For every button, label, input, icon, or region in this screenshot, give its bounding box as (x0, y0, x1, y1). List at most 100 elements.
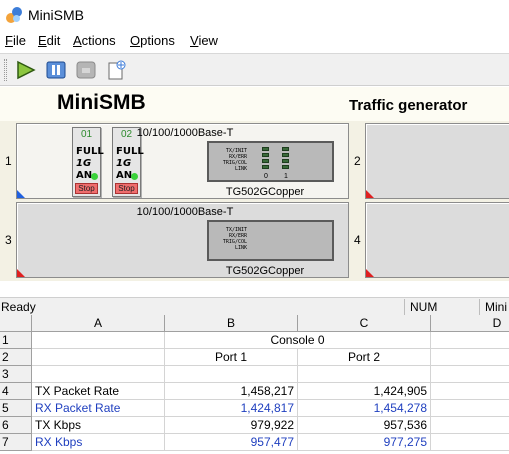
banner-subtitle: Traffic generator (349, 97, 468, 114)
led-panel: TX/INIT RX/ERR TRIG/COL LINK 0 1 (207, 141, 334, 182)
row-header[interactable]: 7 (0, 434, 32, 451)
grid-cell-label[interactable]: TX Kbps (32, 417, 165, 434)
banner-title: MiniSMB (57, 91, 146, 114)
grid-cell-port2[interactable]: 957,536 (298, 417, 431, 434)
column-header-b[interactable]: B (165, 315, 298, 332)
title-bar: MiniSMB (0, 0, 509, 30)
speed-label: 1G (116, 158, 132, 169)
grid-cell-d[interactable] (431, 366, 509, 383)
led-label: LINK (234, 166, 247, 172)
grid-cell-label[interactable]: RX Packet Rate (32, 400, 165, 417)
led-icon (282, 153, 289, 157)
grid-cell-port1[interactable]: 957,477 (165, 434, 298, 451)
grid-cell-port2[interactable]: 1,454,278 (298, 400, 431, 417)
grid-cell-label[interactable] (32, 349, 165, 366)
toolbar (0, 53, 509, 86)
stop-button[interactable]: Stop (115, 183, 138, 194)
card-model: TG502GCopper (225, 265, 305, 277)
led-icon (262, 159, 269, 163)
grid-cell-d[interactable] (431, 434, 509, 451)
window-title: MiniSMB (28, 7, 85, 23)
grid-cell-port2[interactable]: 1,424,905 (298, 383, 431, 400)
disabled-icon[interactable] (74, 59, 98, 81)
row-header[interactable]: 5 (0, 400, 32, 417)
column-header-c[interactable]: C (298, 315, 431, 332)
menu-file[interactable]: File (5, 33, 26, 48)
toolbar-grip[interactable] (4, 59, 7, 81)
column-header-d[interactable]: D (431, 315, 509, 332)
grid-cell-port1[interactable]: Port 1 (165, 349, 298, 366)
led-icon (282, 147, 289, 151)
stop-button[interactable]: Stop (75, 183, 98, 194)
grid-cell-d[interactable] (431, 332, 509, 349)
num-lock-indicator: NUM (404, 299, 479, 315)
menu-bar: File Edit Actions Options View (0, 30, 509, 52)
led-icon (262, 153, 269, 157)
slot-number: 2 (354, 154, 361, 168)
chassis-panel: 1 01 FULL 1G AN Stop 02 FULL 1G AN Stop … (0, 121, 509, 281)
menu-options[interactable]: Options (130, 33, 175, 48)
status-bar: Ready NUM Mini (0, 297, 509, 315)
grid-cell-label[interactable]: TX Packet Rate (32, 383, 165, 400)
results-grid[interactable]: A B C D 1 Console 0 2 Port 1 Port 2 3 4 TX Pack… (0, 315, 509, 454)
slot-number: 1 (5, 154, 12, 168)
grid-cell-d[interactable] (431, 400, 509, 417)
pause-icon[interactable] (44, 59, 68, 81)
slot-indicator (366, 269, 374, 277)
card-title: 10/100/1000Base-T (136, 206, 234, 218)
led-index: 1 (284, 173, 288, 180)
autoneg-label: AN (116, 170, 133, 181)
grid-cell-port1[interactable] (165, 366, 298, 383)
row-header[interactable]: 2 (0, 349, 32, 366)
led-icon (282, 159, 289, 163)
slot-indicator (17, 269, 25, 277)
column-header-a[interactable]: A (32, 315, 165, 332)
grid-cell-d[interactable] (431, 383, 509, 400)
row-header[interactable]: 4 (0, 383, 32, 400)
row-header[interactable]: 3 (0, 366, 32, 383)
status-text: Ready (1, 300, 36, 314)
grid-cell-d[interactable] (431, 349, 509, 366)
led-icon (282, 165, 289, 169)
link-led-icon (131, 173, 138, 180)
grid-cell-label[interactable]: RX Kbps (32, 434, 165, 451)
led-label: LINK (234, 245, 247, 251)
grid-cell-d[interactable] (431, 417, 509, 434)
grid-cell-port2[interactable]: Port 2 (298, 349, 431, 366)
led-index: 0 (264, 173, 268, 180)
grid-cell-port1[interactable]: 979,922 (165, 417, 298, 434)
play-icon[interactable] (14, 59, 38, 81)
app-icon (6, 7, 22, 23)
slot-indicator (366, 190, 374, 198)
menu-actions[interactable]: Actions (73, 33, 116, 48)
grid-cell-port2[interactable] (298, 366, 431, 383)
grid-corner[interactable] (0, 315, 32, 332)
menu-edit[interactable]: Edit (38, 33, 60, 48)
row-header[interactable]: 1 (0, 332, 32, 349)
new-document-icon[interactable] (104, 59, 128, 81)
console-header-cell[interactable]: Console 0 (165, 332, 431, 349)
menu-view[interactable]: View (190, 33, 218, 48)
speed-label: 1G (76, 158, 92, 169)
slot-3[interactable]: 10/100/1000Base-T TX/INIT RX/ERR TRIG/CO… (16, 202, 349, 278)
grid-cell-port1[interactable]: 1,424,817 (165, 400, 298, 417)
grid-cell-port1[interactable]: 1,458,217 (165, 383, 298, 400)
grid-cell-label[interactable] (32, 366, 165, 383)
slot-2[interactable] (365, 123, 509, 199)
card-title: 10/100/1000Base-T (136, 127, 234, 139)
row-header[interactable]: 6 (0, 417, 32, 434)
slot-1[interactable]: 01 FULL 1G AN Stop 02 FULL 1G AN Stop 10… (16, 123, 349, 199)
led-icon (262, 165, 269, 169)
duplex-label: FULL (116, 146, 144, 157)
led-icon (262, 147, 269, 151)
card-model: TG502GCopper (225, 186, 305, 198)
grid-cell-label[interactable] (32, 332, 165, 349)
grid-cell-port2[interactable]: 977,275 (298, 434, 431, 451)
duplex-label: FULL (76, 146, 104, 157)
slot-4[interactable] (365, 202, 509, 278)
slot-number: 4 (354, 233, 361, 247)
led-panel: TX/INIT RX/ERR TRIG/COL LINK (207, 220, 334, 261)
link-led-icon (91, 173, 98, 180)
status-pane-mini: Mini (479, 299, 509, 315)
autoneg-label: AN (76, 170, 93, 181)
